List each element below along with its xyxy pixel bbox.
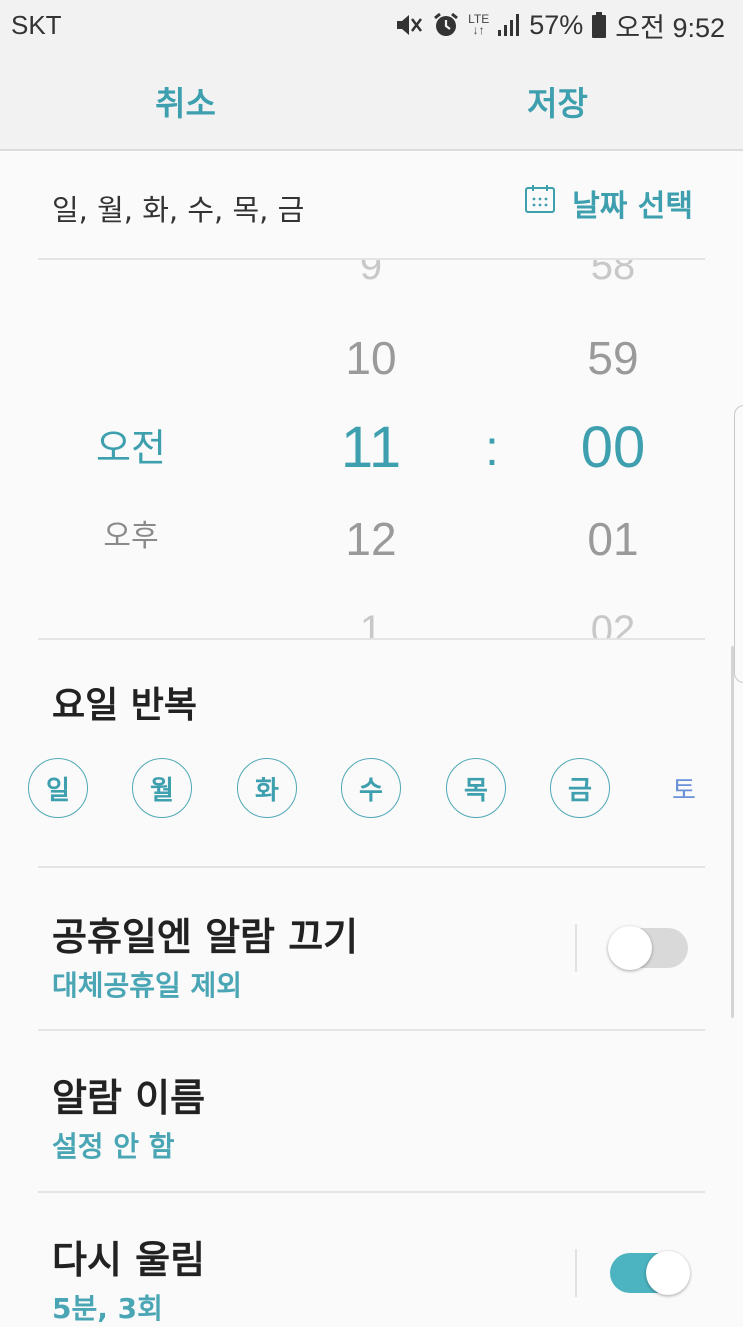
minute-option[interactable]: 59 <box>587 335 638 381</box>
snooze-toggle[interactable] <box>610 1251 690 1295</box>
snooze-subtitle: 5분, 3회 <box>52 1292 163 1325</box>
holiday-off-toggle[interactable] <box>608 926 688 970</box>
minute-option[interactable]: 01 <box>587 516 638 562</box>
day-toggle-wed[interactable]: 수 <box>341 758 401 818</box>
day-toggle-thu[interactable]: 목 <box>446 758 506 818</box>
alarm-name-title: 알람 이름 <box>52 1076 206 1120</box>
cancel-button[interactable]: 취소 <box>0 52 371 149</box>
day-toggle-fri[interactable]: 금 <box>550 758 610 818</box>
toggle-knob <box>646 1251 690 1295</box>
status-time: 오전 9:52 <box>615 12 725 43</box>
alarm-icon <box>432 11 460 39</box>
hour-option[interactable]: 12 <box>345 516 396 562</box>
battery-percent: 57% <box>529 9 584 40</box>
day-toggle-tue[interactable]: 화 <box>237 758 297 818</box>
snooze-title: 다시 울림 <box>52 1238 206 1282</box>
action-bar: 취소 저장 <box>0 52 743 151</box>
hour-option[interactable]: 9 <box>360 260 382 286</box>
minute-option[interactable]: 58 <box>591 260 636 286</box>
day-toggle-sat[interactable]: 토 <box>654 758 714 818</box>
date-select-label: 날짜 선택 <box>572 189 693 224</box>
toggle-knob <box>608 926 652 970</box>
snooze-setting[interactable]: 다시 울림 5분, 3회 <box>0 1193 743 1325</box>
alarm-name-setting[interactable]: 알람 이름 설정 안 함 <box>0 1031 743 1191</box>
divider <box>38 638 705 640</box>
calendar-icon <box>524 184 556 222</box>
hour-option[interactable]: 1 <box>360 610 382 638</box>
day-toggle-sun[interactable]: 일 <box>28 758 88 818</box>
holiday-off-title: 공휴일엔 알람 끄기 <box>52 915 359 959</box>
date-row: 일, 월, 화, 수, 목, 금 날짜 선택 <box>0 151 743 259</box>
date-select-button[interactable]: 날짜 선택 <box>524 181 693 225</box>
status-bar: SKT LTE ↓↑ 57% 오전 9:52 <box>0 0 743 52</box>
minute-selected[interactable]: 00 <box>581 419 646 477</box>
hour-selected[interactable]: 11 <box>341 419 401 477</box>
save-button[interactable]: 저장 <box>372 52 743 149</box>
lte-icon: LTE ↓↑ <box>468 12 490 37</box>
alarm-name-value: 설정 안 함 <box>52 1130 175 1163</box>
holiday-off-subtitle: 대체공휴일 제외 <box>52 969 243 1002</box>
signal-icon <box>497 13 521 37</box>
time-picker: 오전 오후 9 10 11 12 1 : 58 59 00 01 02 <box>0 260 743 638</box>
repeat-days-summary: 일, 월, 화, 수, 목, 금 <box>52 193 305 227</box>
divider <box>575 924 577 972</box>
minute-option[interactable]: 02 <box>591 610 636 638</box>
repeat-section-title: 요일 반복 <box>52 685 198 726</box>
battery-icon <box>591 11 607 39</box>
status-icons: LTE ↓↑ 57% 오전 9:52 <box>394 8 725 43</box>
mute-icon <box>394 12 424 38</box>
weekday-selector: 일 월 화 수 목 금 토 <box>0 758 743 822</box>
scrollbar[interactable] <box>731 646 734 1018</box>
edge-panel-handle[interactable] <box>734 405 743 683</box>
hour-option[interactable]: 10 <box>345 335 396 381</box>
ampm-selected[interactable]: 오전 <box>96 429 166 467</box>
ampm-option[interactable]: 오후 <box>103 522 158 552</box>
time-separator: : <box>485 420 499 476</box>
holiday-off-setting[interactable]: 공휴일엔 알람 끄기 대체공휴일 제외 <box>0 868 743 1029</box>
carrier-label: SKT <box>11 10 62 40</box>
day-toggle-mon[interactable]: 월 <box>132 758 192 818</box>
divider <box>575 1249 577 1297</box>
